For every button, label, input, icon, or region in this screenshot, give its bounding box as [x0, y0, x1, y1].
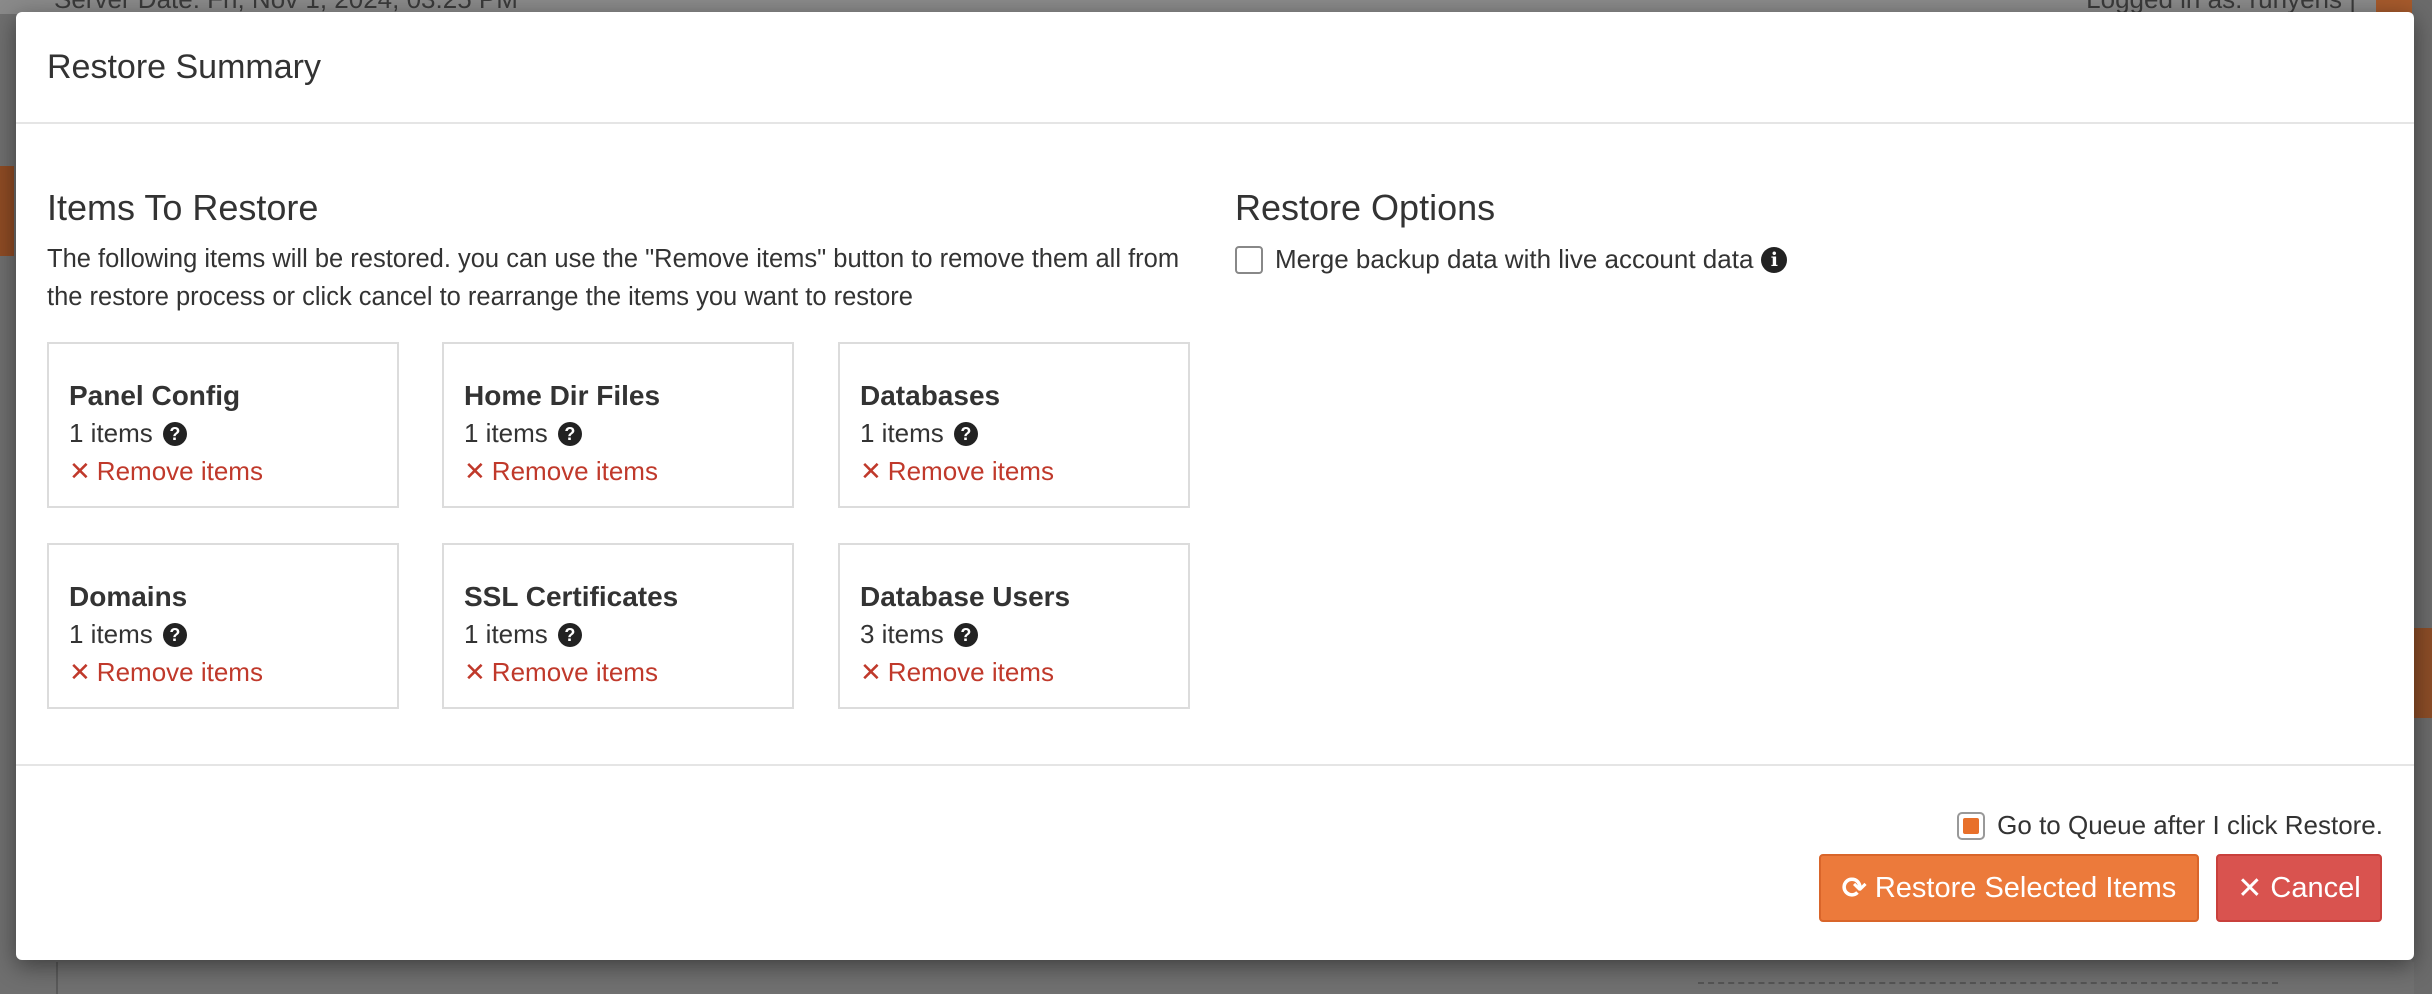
background-bottom-panel: [56, 962, 2414, 994]
question-circle-icon[interactable]: ?: [162, 421, 187, 446]
question-circle-icon[interactable]: ?: [557, 622, 582, 647]
modal-footer: Go to Queue after I click Restore. ⟳ Res…: [16, 764, 2414, 962]
go-to-queue-row: Go to Queue after I click Restore.: [1957, 810, 2383, 841]
card-count-text: 1 items: [69, 619, 153, 649]
times-icon: ✕: [464, 657, 486, 687]
question-circle-icon[interactable]: ?: [953, 421, 978, 446]
remove-items-link[interactable]: ✕ Remove items: [69, 456, 263, 487]
background-dashed-line: [1698, 982, 2278, 984]
cancel-button-label: Cancel: [2270, 871, 2361, 904]
cancel-button[interactable]: ✕ Cancel: [2216, 854, 2382, 922]
card-count: 1 items ?: [69, 619, 187, 650]
remove-items-label: Remove items: [887, 456, 1054, 486]
restore-options-section: Restore Options Merge backup data with l…: [1235, 186, 2385, 275]
go-to-queue-label[interactable]: Go to Queue after I click Restore.: [1997, 810, 2383, 841]
question-circle-icon[interactable]: ?: [557, 421, 582, 446]
restore-item-card: Domains 1 items ? ✕ Remove items: [47, 543, 399, 709]
remove-items-link[interactable]: ✕ Remove items: [860, 456, 1054, 487]
background-right-orange: [2412, 628, 2432, 718]
go-to-queue-checkbox[interactable]: [1957, 811, 1986, 840]
merge-checkbox[interactable]: [1235, 245, 1263, 274]
items-intro-text: The following items will be restored. yo…: [47, 245, 1180, 311]
times-icon: ✕: [860, 456, 882, 486]
card-title: SSL Certificates: [464, 581, 679, 612]
merge-option-row: Merge backup data with live account data…: [1235, 244, 2385, 275]
remove-items-link[interactable]: ✕ Remove items: [860, 657, 1054, 688]
close-icon: ✕: [2237, 871, 2263, 905]
card-title: Databases: [860, 380, 1001, 411]
times-icon: ✕: [464, 456, 486, 486]
remove-items-label: Remove items: [491, 456, 658, 486]
card-count-text: 1 items: [860, 418, 944, 448]
card-count-text: 1 items: [464, 619, 548, 649]
items-to-restore-section: Items To Restore The following items wil…: [47, 186, 1207, 709]
times-icon: ✕: [860, 657, 882, 687]
card-count-text: 3 items: [860, 619, 944, 649]
restore-item-card: Database Users 3 items ? ✕ Remove items: [838, 543, 1190, 709]
question-circle-icon[interactable]: ?: [953, 622, 978, 647]
remove-items-label: Remove items: [887, 657, 1054, 687]
merge-option-label[interactable]: Merge backup data with live account data: [1275, 244, 1753, 275]
remove-items-label: Remove items: [491, 657, 658, 687]
restore-button-label: Restore Selected Items: [1874, 871, 2177, 904]
card-title: Panel Config: [69, 380, 241, 411]
card-count: 1 items ?: [860, 418, 978, 449]
remove-items-label: Remove items: [96, 456, 263, 486]
modal-header: Restore Summary: [16, 12, 2414, 124]
question-circle-icon[interactable]: ?: [162, 622, 187, 647]
card-count: 1 items ?: [464, 418, 582, 449]
card-count: 1 items ?: [464, 619, 582, 650]
background-orange-tab: [0, 166, 14, 256]
remove-items-link[interactable]: ✕ Remove items: [464, 657, 658, 688]
card-count: 1 items ?: [69, 418, 187, 449]
card-count-text: 1 items: [464, 418, 548, 448]
restore-summary-modal: Restore Summary Items To Restore The fol…: [16, 12, 2414, 960]
refresh-icon: ⟳: [1841, 871, 1867, 905]
restore-item-card: Panel Config 1 items ? ✕ Remove items: [47, 342, 399, 508]
modal-body: Items To Restore The following items wil…: [16, 124, 2414, 764]
restore-selected-items-button[interactable]: ⟳ Restore Selected Items: [1819, 854, 2199, 922]
info-circle-icon[interactable]: i: [1761, 246, 1788, 273]
restore-item-card: Home Dir Files 1 items ? ✕ Remove items: [442, 342, 794, 508]
items-section-title: Items To Restore: [47, 187, 319, 228]
remove-items-link[interactable]: ✕ Remove items: [69, 657, 263, 688]
background-right-strip: [2412, 0, 2432, 994]
restore-item-card: SSL Certificates 1 items ? ✕ Remove item…: [442, 543, 794, 709]
card-title: Database Users: [860, 581, 1071, 612]
options-section-title: Restore Options: [1235, 187, 1496, 228]
card-count: 3 items ?: [860, 619, 978, 650]
remove-items-label: Remove items: [96, 657, 263, 687]
remove-items-link[interactable]: ✕ Remove items: [464, 456, 658, 487]
restore-item-card: Databases 1 items ? ✕ Remove items: [838, 342, 1190, 508]
card-count-text: 1 items: [69, 418, 153, 448]
modal-title: Restore Summary: [47, 48, 321, 86]
card-title: Domains: [69, 581, 188, 612]
card-title: Home Dir Files: [464, 380, 661, 411]
times-icon: ✕: [69, 657, 91, 687]
times-icon: ✕: [69, 456, 91, 486]
